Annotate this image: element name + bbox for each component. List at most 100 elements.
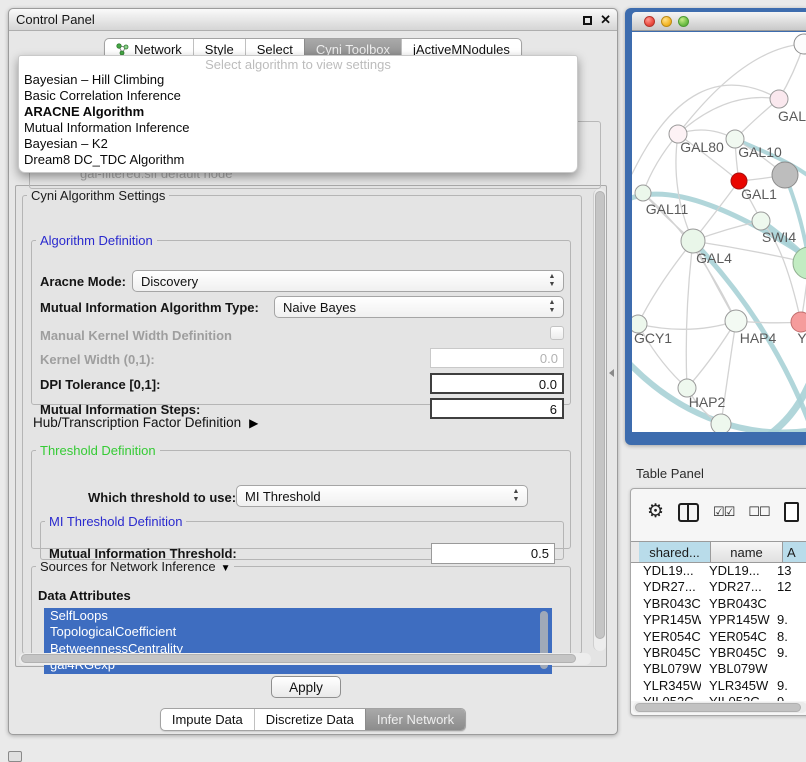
column-header-partial[interactable]: A (783, 542, 806, 562)
table-row[interactable]: YDL19...YDL19...13 (631, 563, 806, 579)
network-node[interactable] (711, 414, 731, 432)
algorithm-option[interactable]: Bayesian – K2 (19, 136, 577, 152)
select-all-icon[interactable]: ☑☑ (713, 504, 734, 520)
sources-title: Sources for Network Inference (40, 559, 216, 574)
scrollbar-thumb[interactable] (595, 191, 605, 639)
table-cell: 9. (775, 612, 806, 628)
table-cell: YBL079W (631, 661, 701, 677)
algorithm-definition-group: Algorithm Definition Aracne Mode: Discov… (31, 233, 571, 405)
tab-discretize-data[interactable]: Discretize Data (254, 709, 365, 730)
hub-definition-label: Hub/Transcription Factor Definition (33, 415, 241, 430)
desktop: Control Panel ✕ Network (0, 0, 806, 762)
which-threshold-value: MI Threshold (245, 489, 321, 504)
network-node-gal[interactable] (770, 90, 788, 108)
algorithm-option[interactable]: Dream8 DC_TDC Algorithm (19, 152, 577, 168)
network-node[interactable] (794, 34, 806, 54)
cyni-bottom-tabbar: Impute Data Discretize Data Infer Networ… (9, 708, 617, 731)
network-view-window[interactable]: GALGAL80GAL10GAL1GAL11SWI4GAL4GCY1HAP4YH… (625, 8, 806, 445)
table-cell: YBR043C (631, 596, 701, 612)
close-panel-icon[interactable]: ✕ (600, 15, 611, 25)
group-title: Algorithm Definition (36, 233, 157, 248)
table-cell: YIL052C (701, 694, 775, 701)
group-title: Threshold Definition (36, 443, 160, 458)
hub-definition-toggle[interactable]: Hub/Transcription Factor Definition▶ (33, 415, 258, 430)
table-row[interactable]: YBR045CYBR045C9. (631, 645, 806, 661)
close-window-icon[interactable] (644, 16, 655, 27)
table-row[interactable]: YLR345WYLR345W9. (631, 678, 806, 694)
algorithm-option[interactable]: Bayesian – Hill Climbing (19, 72, 577, 88)
algorithm-option[interactable]: ARACNE Algorithm (19, 104, 577, 120)
expanded-arrow-icon[interactable]: ▼ (221, 563, 231, 574)
table-cell: YBR045C (701, 645, 775, 661)
network-node-y[interactable] (791, 312, 806, 332)
table-cell: YDR27... (701, 579, 775, 595)
table-cell: YER054C (631, 629, 701, 645)
panel-splitter-arrow[interactable] (609, 369, 614, 377)
aracne-mode-label: Aracne Mode: (40, 274, 126, 289)
network-node-swi4[interactable] (752, 212, 770, 230)
aracne-mode-select[interactable]: Discovery (132, 270, 564, 292)
network-node-gal11[interactable] (635, 185, 651, 201)
network-canvas[interactable]: GALGAL80GAL10GAL1GAL11SWI4GAL4GCY1HAP4YH… (632, 32, 806, 432)
table-cell (775, 596, 806, 612)
node-label: GCY1 (634, 330, 672, 346)
table-cell: YPR145W (701, 612, 775, 628)
data-attribute-item[interactable]: SelfLoops (44, 608, 552, 624)
control-panel-titlebar[interactable]: Control Panel ✕ (9, 9, 617, 31)
group-title: Sources for Network Inference ▼ (36, 559, 234, 574)
manual-kernel-checkbox[interactable] (550, 326, 564, 340)
columns-icon[interactable] (678, 503, 699, 522)
table-cell: YDL19... (631, 563, 701, 579)
table-function-icon[interactable] (784, 502, 799, 522)
combo-arrows-icon (547, 273, 557, 289)
node-label: GAL80 (680, 139, 724, 155)
table-row[interactable]: YPR145WYPR145W9. (631, 612, 806, 628)
settings-vertical-scrollbar[interactable] (593, 189, 606, 651)
table-corner (631, 542, 639, 562)
column-header-shared-name[interactable]: shared... (639, 542, 711, 562)
table-row[interactable]: YER054CYER054C8. (631, 629, 806, 645)
deselect-all-icon[interactable]: ☐☐ (748, 504, 769, 520)
float-panel-icon[interactable] (583, 16, 592, 25)
table-cell: YLR345W (631, 678, 701, 694)
data-attribute-item[interactable]: TopologicalCoefficient (44, 624, 552, 640)
manual-kernel-label: Manual Kernel Width Definition (40, 328, 232, 343)
group-title: Cyni Algorithm Settings (27, 188, 169, 203)
table-row[interactable]: YBR043CYBR043C (631, 596, 806, 612)
network-node[interactable] (772, 162, 798, 188)
table-cell: YPR145W (631, 612, 701, 628)
minimize-window-icon[interactable] (661, 16, 672, 27)
docked-panel-icon[interactable] (8, 751, 22, 762)
table-row[interactable]: YIL052CYIL052C9. (631, 694, 806, 701)
mi-algorithm-type-select[interactable]: Naive Bayes (274, 296, 564, 318)
mi-steps-field[interactable]: 6 (430, 398, 564, 419)
dpi-tolerance-field[interactable]: 0.0 (430, 373, 564, 394)
algorithm-option[interactable]: Basic Correlation Inference (19, 88, 577, 104)
algorithm-popup-list: Bayesian – Hill ClimbingBasic Correlatio… (19, 72, 577, 168)
scrollbar-thumb[interactable] (21, 654, 576, 663)
network-window-titlebar[interactable] (632, 12, 806, 31)
table-body: YDL19...YDL19...13YDR27...YDR27...12YBR0… (631, 563, 806, 701)
mi-type-value: Naive Bayes (283, 300, 356, 315)
tab-impute-data[interactable]: Impute Data (161, 709, 254, 730)
settings-horizontal-scrollbar[interactable] (19, 653, 591, 665)
table-cell: YLR345W (701, 678, 775, 694)
table-cell: YBR045C (631, 645, 701, 661)
apply-button[interactable]: Apply (271, 676, 341, 698)
zoom-window-icon[interactable] (678, 16, 689, 27)
table-row[interactable]: YDR27...YDR27...12 (631, 579, 806, 595)
table-row[interactable]: YBL079WYBL079W (631, 661, 806, 677)
group-title: MI Threshold Definition (45, 514, 186, 529)
network-node-hap4[interactable] (725, 310, 747, 332)
algorithm-option[interactable]: Mutual Information Inference (19, 120, 577, 136)
scrollbar-thumb[interactable] (635, 703, 801, 712)
which-threshold-select[interactable]: MI Threshold (236, 485, 528, 507)
table-horizontal-scrollbar[interactable] (633, 702, 806, 713)
threshold-definition-group: Threshold Definition Which threshold to … (31, 443, 571, 549)
table-panel-window: ⚙ ☑☑ ☐☐ shared... name A YDL19...YDL19..… (630, 488, 806, 716)
gear-icon[interactable]: ⚙ (647, 501, 664, 523)
sources-for-network-inference-group: Sources for Network Inference▼ Data Attr… (31, 559, 571, 665)
tab-infer-network[interactable]: Infer Network (365, 709, 465, 730)
column-header-name[interactable]: name (711, 542, 783, 562)
kernel-width-field[interactable]: 0.0 (430, 348, 564, 368)
